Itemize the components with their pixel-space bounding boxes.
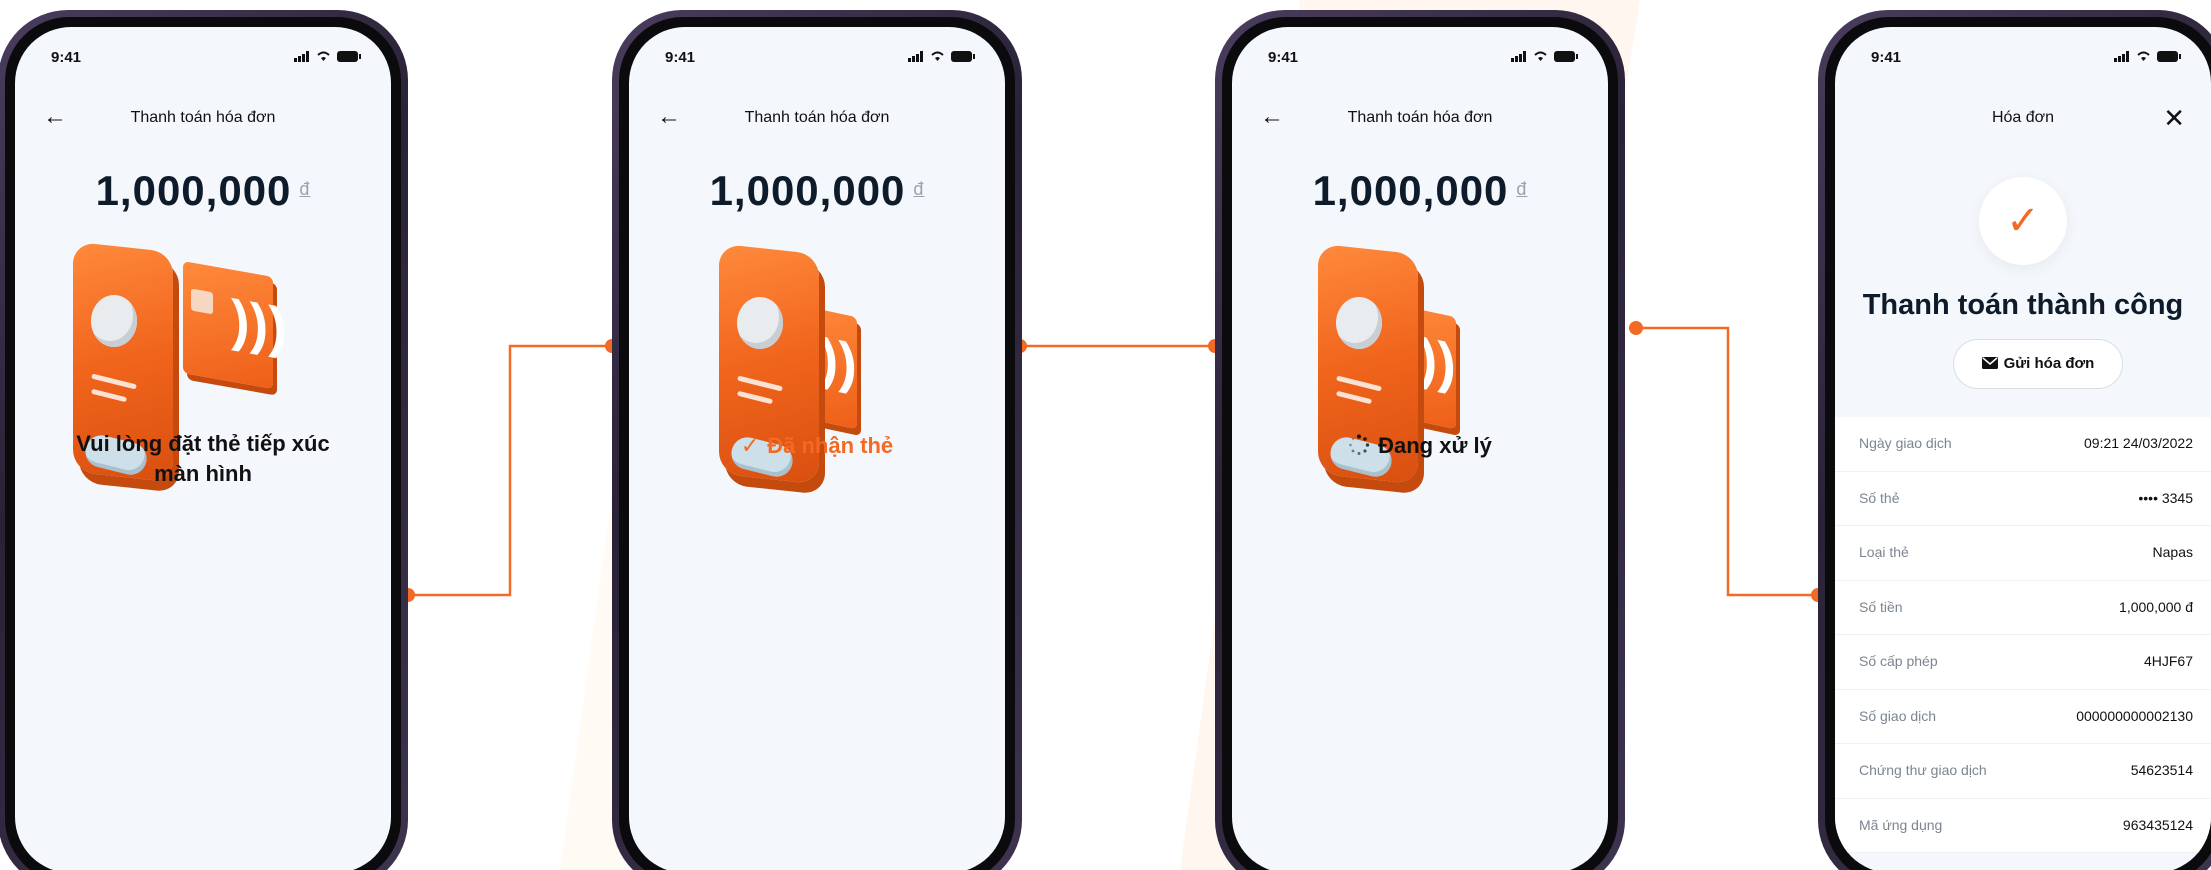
signal-icon [294,51,309,62]
send-receipt-label: Gửi hóa đơn [2003,355,2095,372]
row-value: 09:21 24/03/2022 [2084,435,2193,451]
phone-1: 9:41 ← Thanh toán hóa đơn 1,000,000 đ))… [0,10,408,870]
row-label: Chứng thư giao dịch [1859,762,1987,778]
close-icon[interactable]: ✕ [2163,103,2185,134]
status-icons [2114,51,2181,62]
battery-icon [951,51,975,62]
battery-icon [2157,51,2181,62]
status-bar: 9:41 [15,49,391,69]
status-message: Đang xử lý [1232,431,1608,461]
row-value: 54623514 [2130,762,2193,778]
wifi-icon [931,51,944,61]
instruction-line-1: Vui lòng đặt thẻ tiếp xúc [76,431,330,456]
signal-icon [908,51,923,62]
receipt-row: Số thẻ •••• 3345 [1835,472,2211,526]
row-value: •••• 3345 [2138,489,2193,506]
amount-value: 1,000,000 [709,167,906,214]
status-time: 9:41 [51,49,82,66]
row-label: Mã ứng dụng [1859,816,1943,833]
receipt-details: Ngày giao dịch 09:21 24/03/2022 Số thẻ •••… [1835,417,2211,853]
wifi-icon [317,51,330,61]
status-icons [1511,51,1578,62]
status-icons [294,51,361,62]
nav-bar: Hóa đơn [1835,105,2211,135]
screen-card-received: 9:41 ← Thanh toán hóa đơn 1,000,000 đ ))) [629,27,1005,870]
status-icons [908,51,975,62]
row-value: Napas [2152,544,2193,560]
row-value: 000000000002130 [2076,707,2193,724]
instruction-line-2: màn hình [154,461,252,486]
row-value: 4HJF67 [2143,653,2193,669]
status-text: Đang xử lý [1378,433,1492,458]
nfc-icon: ))) [231,287,287,361]
row-value: 1,000,000 đ [2119,598,2193,615]
currency-symbol: đ [1516,179,1528,199]
amount: 1,000,000 đ [1232,167,1608,215]
row-label: Số cấp phép [1859,653,1938,669]
card-illustration: ))) [183,261,287,389]
status-time: 9:41 [665,49,696,66]
screen-receipt: 9:41 Hóa đơn ✕ ✓ Thanh toán thành công G… [1835,27,2211,870]
wifi-icon [1534,51,1547,61]
send-receipt-button[interactable]: Gửi hóa đơn [1953,339,2123,389]
chip-icon [191,288,213,315]
check-icon: ✓ [740,433,760,458]
page-title: Thanh toán hóa đơn [744,109,890,126]
battery-icon [337,51,361,62]
status-time: 9:41 [1871,49,1902,66]
status-bar: 9:41 [629,49,1005,69]
row-label: Số thẻ [1859,489,1900,506]
nav-bar: ← Thanh toán hóa đơn [629,105,1005,135]
receipt-row: Số tiền 1,000,000 đ [1835,581,2211,635]
receipt-row: Số cấp phép 4HJF67 [1835,635,2211,690]
amount-value: 1,000,000 [1312,167,1509,214]
signal-icon [1511,51,1526,62]
page-title: Hóa đơn [1991,109,2055,126]
amount-value: 1,000,000 [95,167,292,214]
receipt-row: Chứng thư giao dịch 54623514 [1835,744,2211,799]
receipt-row: Mã ứng dụng 963435124 [1835,799,2211,853]
amount: 1,000,000 đ [629,167,1005,215]
status-text: Đã nhận thẻ [767,433,894,458]
receipt-row: Loại thẻ Napas [1835,526,2211,581]
instruction-message: Vui lòng đặt thẻ tiếp xúc màn hình [15,429,391,489]
row-label: Loại thẻ [1859,544,1909,560]
receipt-row: Ngày giao dịch 09:21 24/03/2022 [1835,417,2211,472]
signal-icon [2114,51,2129,62]
screen-processing: 9:41 ← Thanh toán hóa đơn 1,000,000 đ ))) [1232,27,1608,870]
row-label: Số giao dịch [1859,707,1937,724]
status-bar: 9:41 [1232,49,1608,69]
receipt-row: Số giao dịch 000000000002130 [1835,690,2211,744]
phone-4: 9:41 Hóa đơn ✕ ✓ Thanh toán thành công G… [1818,10,2211,870]
success-title: Thanh toán thành công [1862,289,2184,321]
currency-symbol: đ [299,179,311,199]
envelope-icon [1981,357,1998,369]
row-label: Số tiền [1859,598,1903,615]
row-value: 963435124 [2122,816,2193,833]
status-bar: 9:41 [1835,49,2211,69]
screen-place-card: 9:41 ← Thanh toán hóa đơn 1,000,000 đ))… [15,27,391,870]
phone-2: 9:41 ← Thanh toán hóa đơn 1,000,000 đ ))) [612,10,1022,870]
status-message: ✓ Đã nhận thẻ [629,431,1005,461]
success-check-icon: ✓ [1979,177,2067,265]
status-time: 9:41 [1268,49,1299,66]
page-title: Thanh toán hóa đơn [1347,109,1493,126]
battery-icon [1554,51,1578,62]
nav-bar: ← Thanh toán hóa đơn [15,105,391,135]
amount: 1,000,000 đ [15,167,391,215]
wifi-icon [2137,51,2150,61]
row-label: Ngày giao dịch [1859,435,1952,451]
spinner-icon [1349,434,1370,455]
nav-bar: ← Thanh toán hóa đơn [1232,105,1608,135]
phone-3: 9:41 ← Thanh toán hóa đơn 1,000,000 đ ))) [1215,10,1625,870]
page-title: Thanh toán hóa đơn [130,109,276,126]
currency-symbol: đ [913,179,925,199]
